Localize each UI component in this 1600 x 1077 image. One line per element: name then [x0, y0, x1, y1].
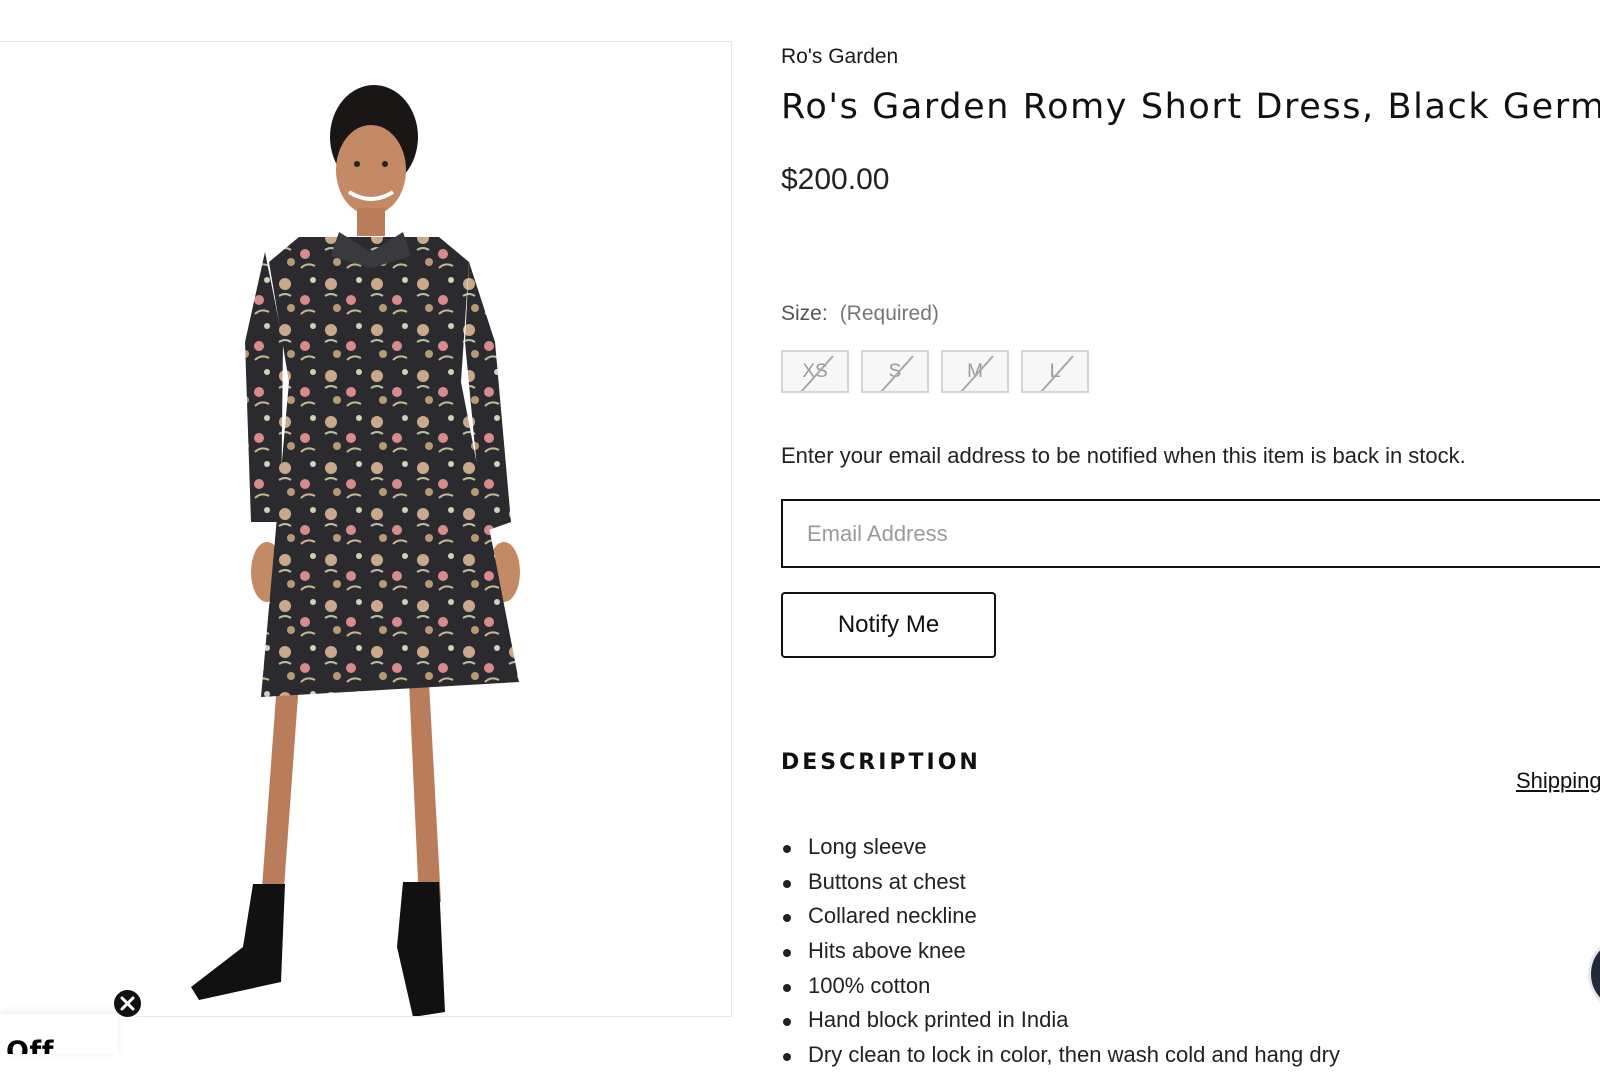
size-label: Size:: [781, 302, 828, 325]
promo-tab[interactable]: Off: [0, 1014, 118, 1054]
list-item: Hand block printed in India: [781, 1007, 1340, 1042]
close-icon[interactable]: [112, 988, 143, 1019]
list-item: Dry clean to lock in color, then wash co…: [781, 1042, 1340, 1077]
notify-me-button[interactable]: Notify Me: [781, 592, 996, 658]
shipping-link[interactable]: Shipping: [1516, 768, 1600, 794]
product-title: Ro's Garden Romy Short Dress, Black Germ…: [781, 87, 1600, 127]
list-item: Hits above knee: [781, 938, 1340, 973]
size-label-row: Size: (Required): [781, 302, 939, 326]
size-option-l[interactable]: L: [1021, 350, 1089, 393]
strikethrough-icon: [1040, 355, 1074, 391]
dress-photo: [191, 85, 520, 1016]
description-list: Long sleeve Buttons at chest Collared ne…: [781, 834, 1340, 1077]
list-item: Long sleeve: [781, 834, 1340, 869]
strikethrough-icon: [960, 355, 994, 391]
size-option-xs[interactable]: XS: [781, 350, 849, 393]
size-options: XS S M L: [781, 350, 1089, 393]
list-item: 100% cotton: [781, 973, 1340, 1008]
list-item: Collared neckline: [781, 903, 1340, 938]
strikethrough-icon: [880, 355, 914, 391]
promo-tab-text: Off: [6, 1036, 54, 1054]
product-image[interactable]: [0, 41, 732, 1017]
product-vendor[interactable]: Ro's Garden: [781, 45, 898, 69]
email-field[interactable]: [781, 499, 1600, 568]
chat-icon[interactable]: [1588, 936, 1600, 1012]
description-heading[interactable]: DESCRIPTION: [781, 750, 981, 775]
back-in-stock-message: Enter your email address to be notified …: [781, 443, 1466, 468]
list-item: Buttons at chest: [781, 869, 1340, 904]
size-required-text: (Required): [839, 302, 939, 325]
product-price: $200.00: [781, 163, 890, 196]
strikethrough-icon: [800, 355, 834, 391]
close-x-glyph: [120, 996, 135, 1011]
size-option-m[interactable]: M: [941, 350, 1009, 393]
size-option-s[interactable]: S: [861, 350, 929, 393]
